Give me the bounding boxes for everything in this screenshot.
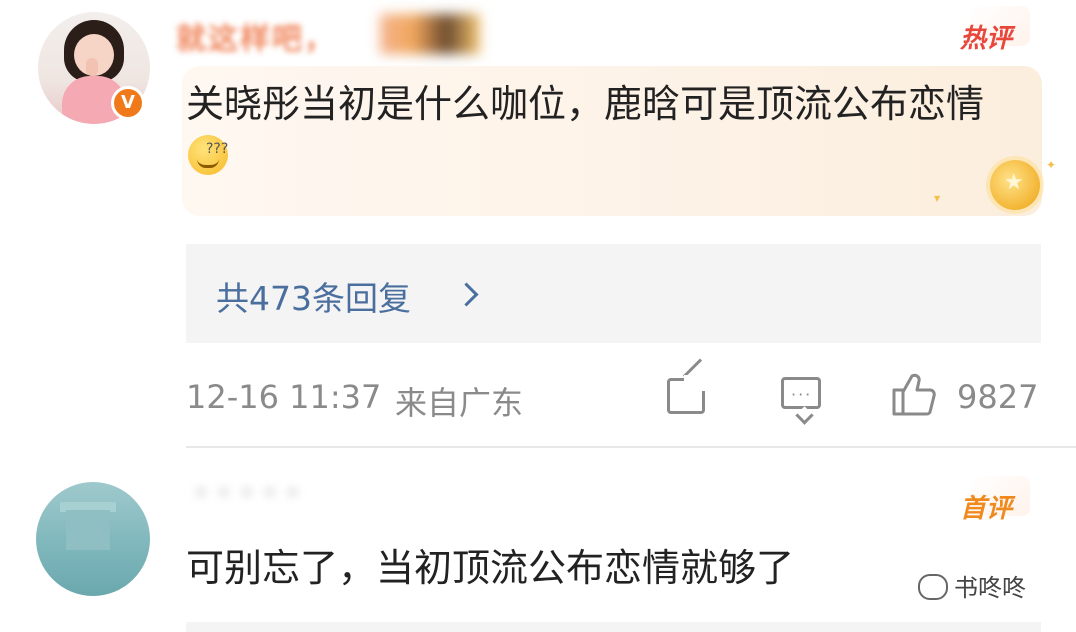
star-medal-icon: ★: [990, 160, 1040, 210]
replies-bar: [186, 622, 1041, 632]
replies-link[interactable]: 共473条回复: [216, 272, 411, 320]
divider: [186, 446, 1076, 448]
comment-text: 关晓彤当初是什么咖位，鹿晗可是顶流公布恋情???: [186, 78, 1016, 182]
hot-comment-tag: 热评: [960, 24, 1013, 54]
comment-icon[interactable]: ···: [781, 377, 821, 425]
verified-badge-icon: V: [111, 86, 145, 120]
like-count: 9827: [957, 378, 1039, 416]
comment-text: 可别忘了，当初顶流公布恋情就够了: [186, 546, 795, 590]
sparkle-icon: ▼: [934, 194, 941, 203]
avatar[interactable]: [36, 482, 150, 596]
author-name[interactable]: · · · · ·: [196, 478, 300, 508]
watermark: 书咚咚: [918, 568, 1026, 603]
smirk-emoji-icon: ???: [188, 135, 228, 175]
blurred-name-decoration: [380, 14, 480, 54]
first-comment-tag: 首评: [960, 494, 1013, 524]
wechat-icon: [918, 574, 948, 600]
author-name[interactable]: 就这样吧，: [176, 14, 336, 58]
comment-location: 来自广东: [395, 384, 524, 422]
sparkle-icon: ✦: [1046, 158, 1057, 172]
comment-time: 12-16 11:37: [186, 378, 382, 416]
like-icon[interactable]: [890, 370, 938, 418]
